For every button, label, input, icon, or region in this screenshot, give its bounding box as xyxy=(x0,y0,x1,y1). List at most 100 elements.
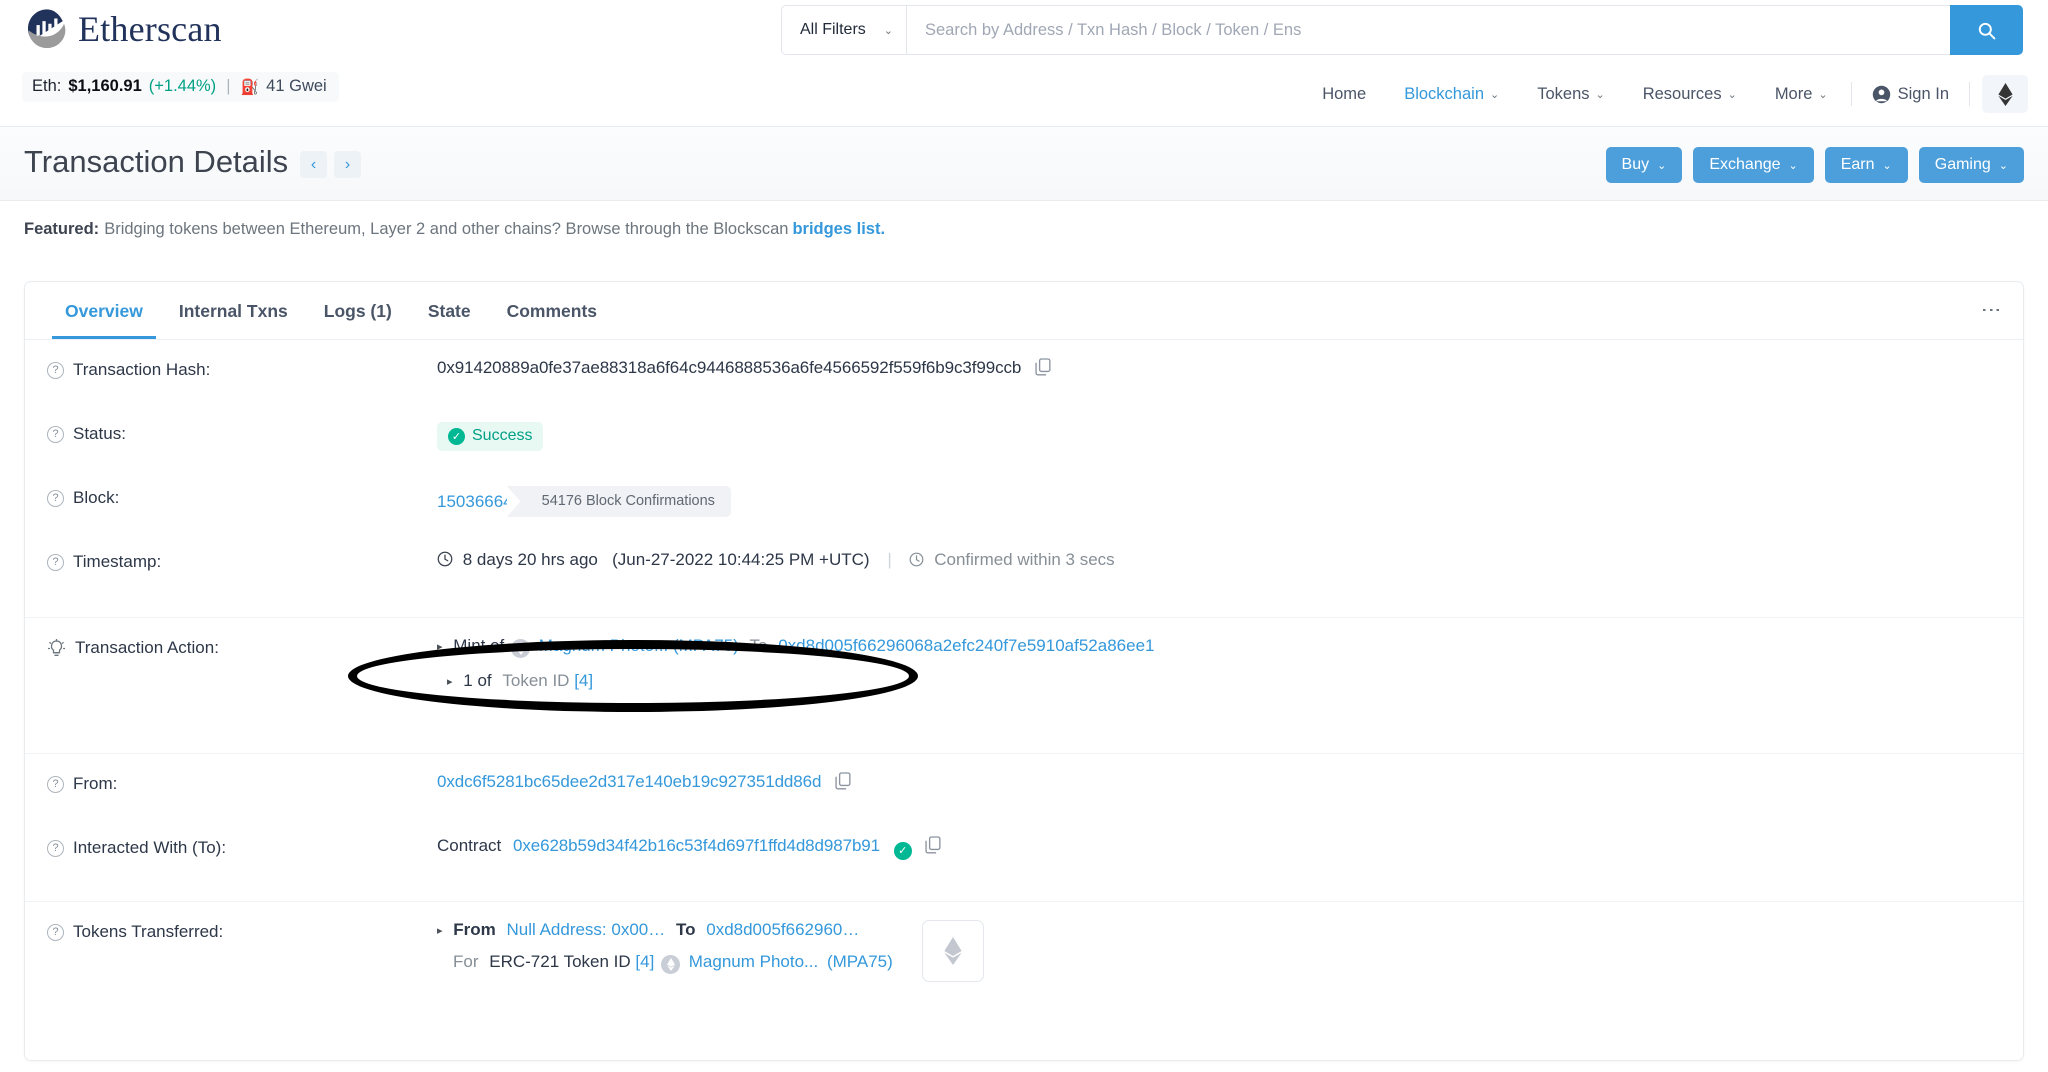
chevron-down-icon: ⌄ xyxy=(1882,159,1892,172)
etherscan-logo-icon xyxy=(27,9,66,49)
transfer-to-address-link[interactable]: 0xd8d005f662960… xyxy=(706,920,859,939)
nav-item-more[interactable]: More ⌄ xyxy=(1756,79,1847,110)
gaming-button[interactable]: Gaming ⌄ xyxy=(1918,147,2024,183)
transfer-token-name-link[interactable]: Magnum Photo... xyxy=(689,952,818,971)
help-icon[interactable]: ? xyxy=(47,923,64,941)
chevron-down-icon: ⌄ xyxy=(883,24,893,37)
exchange-button[interactable]: Exchange ⌄ xyxy=(1693,147,1814,183)
eth-price-value: $1,160.91 xyxy=(68,77,142,95)
transfer-token-id-link[interactable]: [4] xyxy=(635,952,654,971)
interacted-with-label-group: ? Interacted With (To): xyxy=(47,818,437,858)
confirmed-within-text: Confirmed within 3 secs xyxy=(934,550,1115,569)
tab-comments[interactable]: Comments xyxy=(489,284,615,338)
triangle-right-icon[interactable]: ▸ xyxy=(437,641,443,653)
tab-internal-txns[interactable]: Internal Txns xyxy=(161,284,306,338)
exchange-label: Exchange xyxy=(1709,156,1781,173)
etherscan-logo[interactable]: Etherscan xyxy=(26,8,222,50)
bridges-list-link[interactable]: bridges list. xyxy=(792,220,885,239)
block-number-link[interactable]: 15036664 xyxy=(437,492,513,512)
chevron-left-icon: ‹ xyxy=(310,155,317,173)
block-value-group: 15036664 54176 Block Confirmations xyxy=(437,468,2001,517)
copy-icon[interactable] xyxy=(925,836,941,854)
transfer-standard: ERC-721 Token ID xyxy=(489,952,631,971)
tab-logs[interactable]: Logs (1) xyxy=(306,284,410,338)
next-transaction-button[interactable]: › xyxy=(334,151,361,178)
help-icon[interactable]: ? xyxy=(47,553,64,571)
copy-icon[interactable] xyxy=(1035,358,1051,376)
more-options-icon[interactable]: ⋮ xyxy=(1980,300,2002,320)
from-address-link[interactable]: 0xdc6f5281bc65dee2d317e140eb19c927351dd8… xyxy=(437,772,821,791)
row-transaction-action: Transaction Action: ▸ Mint of Magnum Pho… xyxy=(25,618,2023,754)
copy-icon[interactable] xyxy=(835,772,851,790)
ethereum-diamond-icon xyxy=(943,937,962,965)
search-button[interactable] xyxy=(1950,5,2023,55)
row-transaction-hash: ? Transaction Hash: 0x91420889a0fe37ae88… xyxy=(25,340,2023,404)
ticker-separator: | xyxy=(226,77,231,95)
help-icon[interactable]: ? xyxy=(47,775,64,793)
sign-in-button[interactable]: Sign In xyxy=(1856,79,1965,110)
tab-label: Overview xyxy=(65,300,143,321)
triangle-right-icon[interactable]: ▸ xyxy=(447,676,453,688)
nav-label: Resources xyxy=(1642,84,1722,103)
token-count-label: 1 of xyxy=(463,671,492,690)
timestamp-separator: | xyxy=(887,550,892,569)
earn-label: Earn xyxy=(1840,156,1875,173)
buy-label: Buy xyxy=(1621,156,1650,173)
overview-rows: ? Transaction Hash: 0x91420889a0fe37ae88… xyxy=(25,340,2023,1022)
block-label-group: ? Block: xyxy=(47,468,437,508)
mint-to-address-link[interactable]: 0xd8d005f66296068a2efc240f7e5910af52a86e… xyxy=(778,636,1154,655)
nft-thumbnail[interactable] xyxy=(921,920,984,982)
token-id-value-link[interactable]: [4] xyxy=(574,671,593,690)
transfer-line-from-to: ▸ From Null Address: 0x00… To 0xd8d005f6… xyxy=(437,920,893,940)
chevron-down-icon: ⌄ xyxy=(1998,159,2008,172)
tab-label: Logs (1) xyxy=(323,300,392,321)
timestamp-label: Timestamp: xyxy=(73,552,162,571)
transfer-lines: ▸ From Null Address: 0x00… To 0xd8d005f6… xyxy=(437,920,893,974)
contract-address-link[interactable]: 0xe628b59d34f42b16c53f4d697f1ffd4d8d987b… xyxy=(513,836,880,855)
eth-price-ticker[interactable]: Eth: $1,160.91 (+1.44%) | ⛽ 41 Gwei xyxy=(22,72,339,102)
interacted-with-value-group: Contract 0xe628b59d34f42b16c53f4d697f1ff… xyxy=(437,818,2001,860)
mint-of-label: Mint of xyxy=(453,636,505,655)
nav-item-blockchain[interactable]: Blockchain ⌄ xyxy=(1385,79,1518,110)
user-circle-icon xyxy=(1872,85,1890,103)
tokens-transferred-label: Tokens Transferred: xyxy=(73,922,224,941)
tab-overview[interactable]: Overview xyxy=(47,284,161,339)
sign-in-label: Sign In xyxy=(1897,84,1949,103)
nav-label: Tokens xyxy=(1537,84,1590,103)
from-value-group: 0xdc6f5281bc65dee2d317e140eb19c927351dd8… xyxy=(437,754,2001,792)
chevron-down-icon: ⌄ xyxy=(1788,159,1798,172)
tab-state[interactable]: State xyxy=(410,284,489,338)
nav-item-resources[interactable]: Resources ⌄ xyxy=(1624,79,1756,110)
transaction-action-label: Transaction Action: xyxy=(75,638,219,657)
ethereum-network-button[interactable] xyxy=(1982,75,2028,113)
row-tokens-transferred: ? Tokens Transferred: ▸ From Null Addres… xyxy=(25,902,2023,1022)
mint-token-symbol[interactable]: (MPA75) xyxy=(673,636,739,655)
previous-transaction-button[interactable]: ‹ xyxy=(300,151,327,178)
chevron-down-icon: ⌄ xyxy=(1818,88,1828,101)
earn-button[interactable]: Earn ⌄ xyxy=(1824,147,1908,183)
help-icon[interactable]: ? xyxy=(47,489,64,507)
buy-button[interactable]: Buy ⌄ xyxy=(1605,147,1683,183)
chevron-down-icon: ⌄ xyxy=(1490,88,1500,101)
search-icon xyxy=(1978,22,1996,39)
transaction-details-card: Overview Internal Txns Logs (1) State Co… xyxy=(24,281,2024,1061)
nav-item-tokens[interactable]: Tokens ⌄ xyxy=(1518,79,1624,110)
interacted-with-label: Interacted With (To): xyxy=(73,838,227,857)
eth-price-label: Eth: xyxy=(32,77,62,95)
transfer-token-symbol[interactable]: (MPA75) xyxy=(827,952,893,971)
page-title-bar: Transaction Details ‹ › Buy ⌄ Exchange ⌄… xyxy=(0,127,2048,201)
search-input[interactable] xyxy=(907,5,1950,55)
nav-item-home[interactable]: Home xyxy=(1303,79,1385,110)
all-filters-select[interactable]: All Filters ⌄ xyxy=(781,5,907,55)
help-icon[interactable]: ? xyxy=(47,425,64,443)
help-icon[interactable]: ? xyxy=(47,839,64,857)
ethereum-diamond-icon xyxy=(1997,82,2013,106)
triangle-right-icon[interactable]: ▸ xyxy=(437,925,443,937)
mint-token-name-link[interactable]: Magnum Photo... xyxy=(539,636,668,655)
gas-price-value: 41 Gwei xyxy=(266,77,327,95)
transfer-from-address-link[interactable]: Null Address: 0x00… xyxy=(507,920,666,939)
transaction-action-label-group: Transaction Action: xyxy=(47,618,437,658)
nav-label: More xyxy=(1774,84,1813,103)
featured-text: Bridging tokens between Ethereum, Layer … xyxy=(104,220,789,238)
help-icon[interactable]: ? xyxy=(47,361,64,379)
